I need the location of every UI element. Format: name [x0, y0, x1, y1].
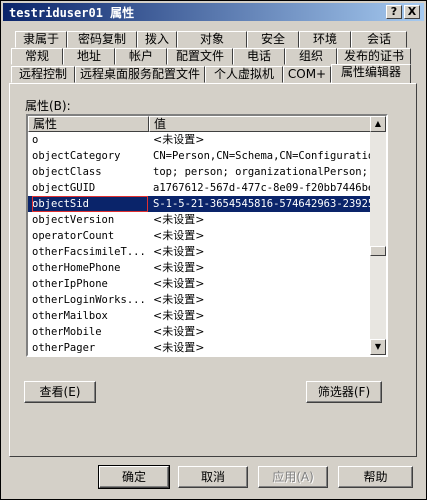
list-item[interactable]: objectCategory CN=Person,CN=Schema,CN=Con…	[28, 148, 374, 164]
title-bar[interactable]: testriduser01 属性 ? X	[3, 3, 424, 21]
cancel-button[interactable]: 取消	[178, 466, 248, 488]
attribute-name: operatorCount	[32, 230, 115, 242]
view-button[interactable]: 查看(E)	[24, 381, 96, 403]
list-header: 属性 值	[28, 116, 374, 132]
list-item[interactable]: otherMailbox <未设置>	[28, 308, 374, 324]
window-title: testriduser01 属性	[9, 6, 135, 20]
attribute-value: <未设置>	[153, 261, 205, 274]
tab-remote-control[interactable]: 远程控制	[11, 66, 75, 83]
tab-telephones[interactable]: 电话	[233, 48, 285, 65]
attribute-value: <未设置>	[153, 277, 205, 290]
tab-address[interactable]: 地址	[63, 48, 115, 65]
ok-button[interactable]: 确定	[98, 465, 170, 489]
attribute-value: <未设置>	[153, 229, 205, 242]
tab-published-certificates[interactable]: 发布的证书	[337, 48, 411, 65]
scroll-down-icon[interactable]: ▼	[370, 339, 386, 355]
list-item[interactable]: objectSid S-1-5-21-3654545816-574642963-2…	[28, 196, 374, 212]
attribute-name: o	[32, 134, 39, 146]
attribute-value: top; person; organizationalPerson; u	[153, 166, 373, 178]
attribute-value: CN=Person,CN=Schema,CN=Configuration	[153, 150, 373, 162]
attribute-name: objectClass	[32, 166, 102, 178]
attribute-name: objectVersion	[32, 214, 115, 226]
list-item[interactable]: operatorCount <未设置>	[28, 228, 374, 244]
tab-password-replication[interactable]: 密码复制	[67, 31, 137, 48]
list-item[interactable]: objectGUID a1767612-567d-477c-8e09-f20bb7…	[28, 180, 374, 196]
properties-dialog: testriduser01 属性 ? X 隶属于 密码复制 拨入 对象 安全 环…	[0, 0, 427, 500]
help-button[interactable]: ?	[386, 5, 402, 19]
attribute-name: otherFacsimileT...	[32, 246, 146, 258]
attribute-name: otherIpPhone	[32, 278, 108, 290]
column-header-value[interactable]: 值	[149, 116, 374, 132]
attribute-name: otherMailbox	[32, 310, 108, 322]
scroll-up-icon[interactable]: ▲	[370, 116, 386, 132]
list-item[interactable]: otherHomePhone <未设置>	[28, 260, 374, 276]
attribute-value: <未设置>	[153, 293, 205, 306]
list-item[interactable]: otherLoginWorks... <未设置>	[28, 292, 374, 308]
tab-account[interactable]: 帐户	[115, 48, 167, 65]
attribute-value: <未设置>	[153, 245, 205, 258]
list-item[interactable]: otherMobile <未设置>	[28, 324, 374, 340]
filter-button[interactable]: 筛选器(F)	[306, 381, 382, 403]
attribute-name: objectCategory	[32, 150, 121, 162]
tab-environment[interactable]: 环境	[299, 31, 351, 48]
attribute-value: <未设置>	[153, 213, 205, 226]
attributes-label: 属性(B):	[25, 99, 71, 113]
attribute-editor-panel: 属性(B): 属性 值 o <未设置> objectCategory CN=Perso…	[9, 83, 417, 457]
attribute-name: otherHomePhone	[32, 262, 121, 274]
column-header-attribute[interactable]: 属性	[28, 116, 149, 132]
attribute-name: objectGUID	[32, 182, 96, 194]
scroll-thumb[interactable]	[370, 246, 386, 256]
list-item[interactable]: otherFacsimileT... <未设置>	[28, 244, 374, 260]
attributes-list[interactable]: 属性 值 o <未设置> objectCategory CN=Person,CN=Sc…	[26, 114, 388, 357]
tab-general[interactable]: 常规	[11, 48, 63, 65]
tab-personal-vm[interactable]: 个人虚拟机	[205, 66, 283, 83]
list-item[interactable]: objectClass top; person; organizationalPe…	[28, 164, 374, 180]
attribute-name: otherMobile	[32, 326, 102, 338]
apply-button[interactable]: 应用(A)	[258, 466, 328, 488]
tab-sessions[interactable]: 会话	[351, 31, 407, 48]
attribute-value: <未设置>	[153, 341, 205, 354]
tab-com-plus[interactable]: COM+	[283, 66, 331, 83]
tab-object[interactable]: 对象	[177, 31, 247, 48]
attribute-value: <未设置>	[153, 309, 205, 322]
tab-member-of[interactable]: 隶属于	[15, 31, 67, 48]
tab-dial-in[interactable]: 拨入	[137, 31, 177, 48]
list-item[interactable]: o <未设置>	[28, 132, 374, 148]
attribute-value: <未设置>	[153, 325, 205, 338]
attribute-value: <未设置>	[153, 133, 205, 146]
tab-rds-profile[interactable]: 远程桌面服务配置文件	[75, 66, 205, 83]
close-button[interactable]: X	[404, 5, 420, 19]
tab-organization[interactable]: 组织	[285, 48, 337, 65]
list-item[interactable]: objectVersion <未设置>	[28, 212, 374, 228]
tab-profile[interactable]: 配置文件	[167, 48, 233, 65]
tab-security[interactable]: 安全	[247, 31, 299, 48]
tab-attribute-editor[interactable]: 属性编辑器	[331, 64, 411, 83]
attribute-value: S-1-5-21-3654545816-574642963-239259	[153, 198, 373, 210]
list-item[interactable]: otherIpPhone <未设置>	[28, 276, 374, 292]
attribute-name: objectSid	[32, 196, 148, 212]
attribute-value: a1767612-567d-477c-8e09-f20bb7446be	[153, 182, 373, 194]
attribute-name: otherLoginWorks...	[32, 294, 146, 306]
list-item[interactable]: otherPager <未设置>	[28, 340, 374, 355]
vertical-scrollbar[interactable]: ▲ ▼	[370, 116, 386, 355]
help-dialog-button[interactable]: 帮助	[338, 466, 413, 488]
attribute-name: otherPager	[32, 342, 96, 354]
